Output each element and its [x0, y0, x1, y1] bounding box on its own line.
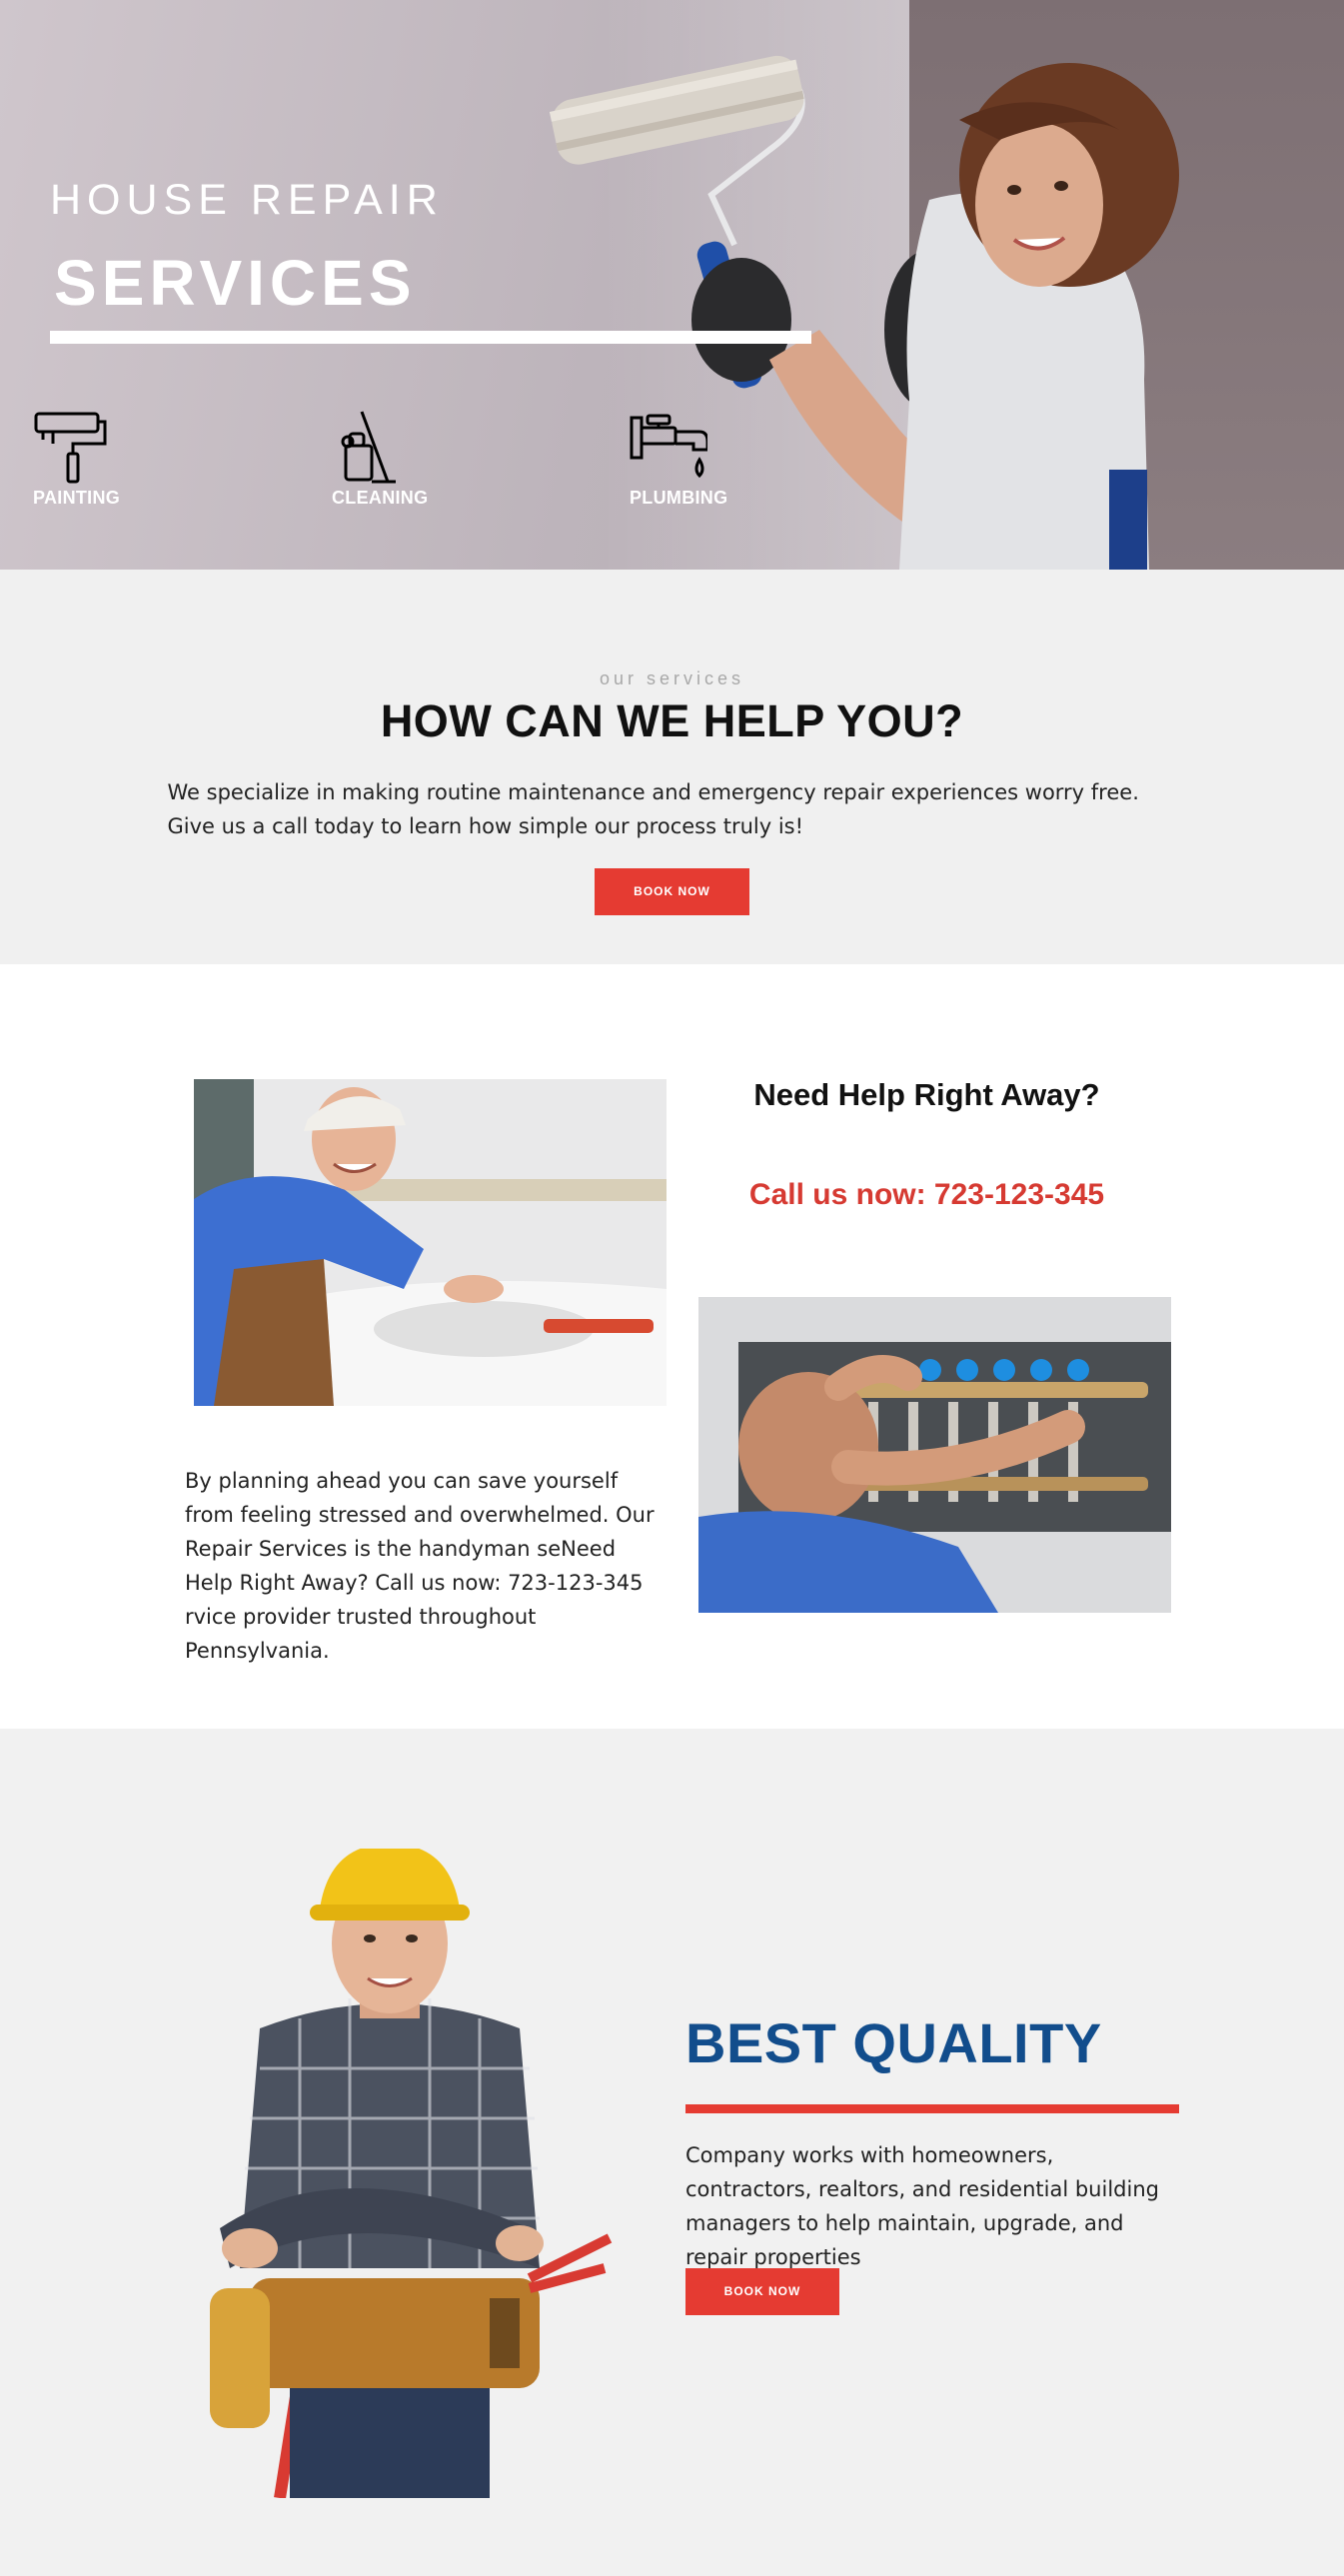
- call-body-text: By planning ahead you can save yourself …: [185, 1469, 655, 1663]
- call-section: Need Help Right Away? Call us now: 723-1…: [0, 964, 1344, 1729]
- quality-title: BEST QUALITY: [685, 2011, 1102, 2074]
- service-cleaning[interactable]: CLEANING: [332, 410, 472, 509]
- quality-section: BEST QUALITY Company works with homeowne…: [0, 1729, 1344, 2576]
- call-phone[interactable]: Call us now: 723-123-345: [699, 1178, 1154, 1212]
- hero-title-line1: HOUSE REPAIR: [50, 176, 444, 224]
- plumber-manifold-photo: [698, 1297, 1171, 1613]
- section-eyebrow: our services: [599, 668, 745, 688]
- hero-underline: [50, 331, 811, 344]
- hero-section: HOUSE REPAIR SERVICES PAINTING CLEANING: [0, 0, 1344, 570]
- help-description: We specialize in making routine maintena…: [167, 780, 1139, 838]
- paint-roller-icon: [34, 412, 107, 484]
- call-heading: Need Help Right Away?: [753, 1077, 1100, 1112]
- help-section: our services HOW CAN WE HELP YOU? We spe…: [0, 570, 1344, 964]
- cleaning-bucket-icon: [341, 411, 396, 484]
- quality-description: Company works with homeowners, contracto…: [685, 2143, 1159, 2269]
- service-plumbing[interactable]: PLUMBING: [630, 410, 769, 509]
- service-painting[interactable]: PAINTING: [33, 410, 173, 509]
- worker-helmet-photo: [210, 1849, 613, 2498]
- quality-underline: [685, 2104, 1179, 2113]
- service-label-plumbing: PLUMBING: [630, 488, 728, 508]
- help-title: HOW CAN WE HELP YOU?: [380, 695, 964, 746]
- plumber-sink-photo: [194, 1079, 667, 1406]
- book-now-button[interactable]: BOOK NOW: [595, 868, 749, 915]
- book-now-button-quality[interactable]: BOOK NOW: [685, 2268, 839, 2315]
- hero-title-line2: SERVICES: [54, 247, 417, 319]
- service-label-cleaning: CLEANING: [332, 488, 429, 508]
- service-label-painting: PAINTING: [33, 488, 121, 508]
- faucet-icon: [630, 414, 707, 479]
